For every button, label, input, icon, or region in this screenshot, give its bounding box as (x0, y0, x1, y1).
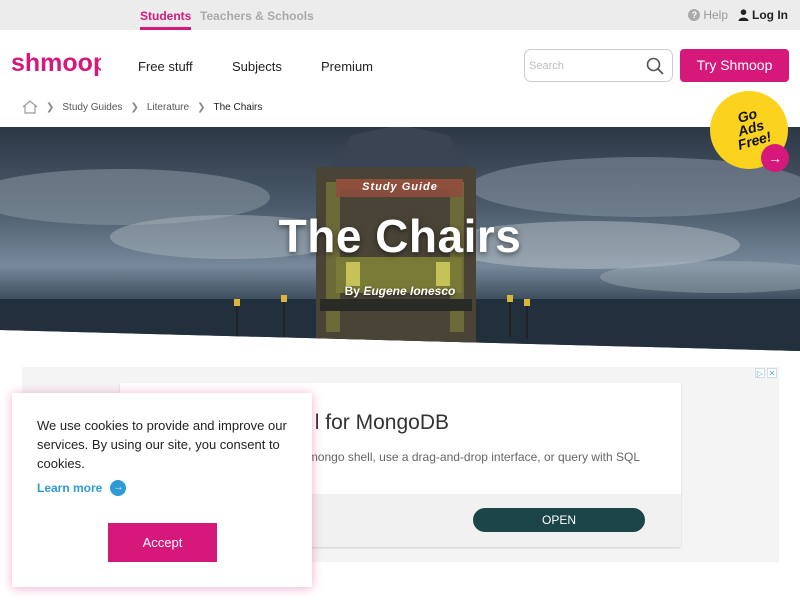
login-label: Log In (752, 8, 788, 22)
logo-text: shmoop (11, 49, 101, 77)
byline-prefix: By (344, 284, 360, 298)
try-shmoop-button[interactable]: Try Shmoop (680, 49, 789, 82)
accept-cookies-button[interactable]: Accept (108, 523, 217, 562)
ad-info-icon[interactable]: ▷ (755, 368, 765, 378)
cookie-banner: We use cookies to provide and improve ou… (12, 393, 312, 587)
page-title: The Chairs (278, 210, 522, 262)
breadcrumb: ❯ Study Guides ❯ Literature ❯ The Chairs (22, 100, 262, 114)
learn-more-label: Learn more (37, 481, 103, 495)
user-icon (738, 9, 749, 21)
search-icon[interactable] (646, 57, 664, 75)
hero-label: Study Guide (362, 181, 438, 193)
breadcrumb-literature[interactable]: Literature (147, 102, 189, 113)
breadcrumb-current: The Chairs (213, 101, 263, 113)
arrow-right-icon: → (110, 480, 127, 496)
ad-choices: ▷ ✕ (755, 368, 777, 378)
chevron-right-icon: ❯ (46, 101, 55, 113)
author-name[interactable]: Eugene Ionesco (363, 284, 455, 298)
go-ads-free-badge[interactable]: Go Ads Free! → (710, 91, 789, 172)
help-link[interactable]: ? Help (688, 8, 728, 22)
ad-close-icon[interactable]: ✕ (767, 368, 777, 378)
home-icon[interactable] (22, 100, 38, 114)
help-label: Help (703, 8, 728, 22)
tab-teachers-schools[interactable]: Teachers & Schools (200, 0, 314, 30)
search-input[interactable] (529, 56, 641, 76)
tab-students[interactable]: Students (140, 0, 192, 30)
nav-subjects[interactable]: Subjects (232, 59, 282, 74)
cookie-message: We use cookies to provide and improve ou… (37, 418, 287, 471)
nav-free-stuff[interactable]: Free stuff (138, 59, 193, 74)
search-box (524, 49, 673, 82)
hero-banner: Study Guide The Chairs By Eugene Ionesco (0, 127, 800, 351)
chevron-right-icon: ❯ (130, 101, 139, 113)
shmoop-logo[interactable]: shmoop (11, 45, 108, 90)
ad-open-button[interactable]: OPEN (473, 508, 645, 532)
arrow-right-icon[interactable]: → (761, 144, 789, 172)
chevron-right-icon: ❯ (197, 101, 206, 113)
nav-premium[interactable]: Premium (321, 59, 373, 74)
question-circle-icon: ? (688, 9, 701, 21)
audience-bar: Students Teachers & Schools ? Help Log I… (0, 0, 800, 30)
logo-graphic: shmoop (11, 49, 108, 77)
breadcrumb-study-guides[interactable]: Study Guides (62, 102, 122, 113)
login-link[interactable]: Log In (738, 8, 788, 22)
learn-more-link[interactable]: Learn more → (37, 480, 127, 496)
author-byline: By Eugene Ionesco (0, 284, 800, 298)
